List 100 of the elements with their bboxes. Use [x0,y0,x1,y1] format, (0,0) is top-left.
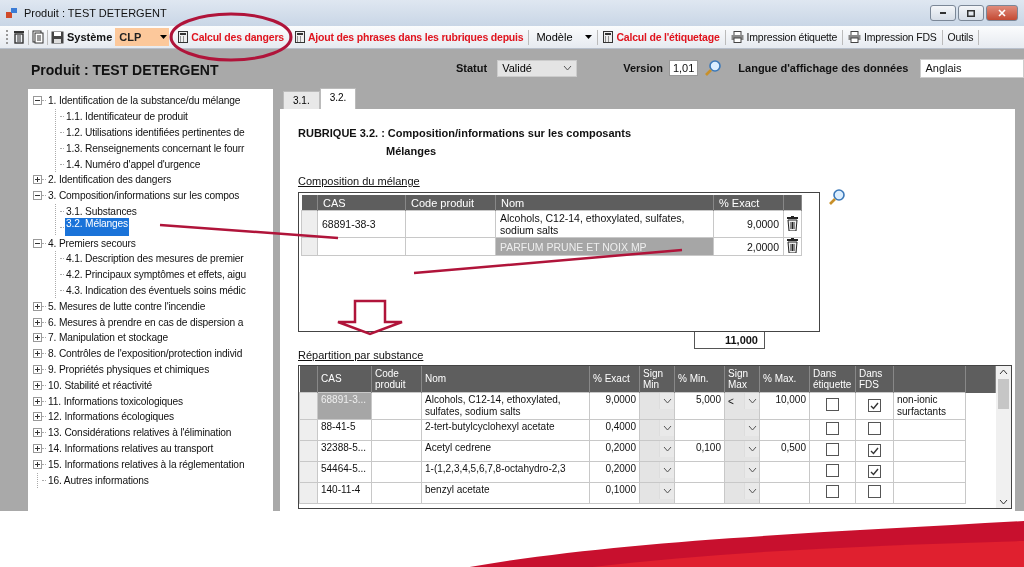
expand-toggle-icon[interactable] [33,412,42,422]
minimize-button[interactable] [930,5,956,21]
tree-item[interactable]: 11. Informations toxicologiques [47,395,185,407]
expand-toggle-icon[interactable] [33,428,42,438]
tab[interactable]: 3.2. [319,88,357,109]
column-header: Code produit [371,366,422,393]
tree-item[interactable]: 5. Mesures de lutte contre l'incendie [47,300,207,312]
maximize-button[interactable] [958,5,984,21]
expand-toggle-icon[interactable] [33,396,42,406]
checkbox[interactable] [826,443,839,456]
table-cell: 0,1000 [605,484,636,495]
trash-icon[interactable] [13,30,25,44]
version-field[interactable]: 1,01 [668,60,699,76]
checkbox[interactable] [868,399,881,413]
expand-toggle-icon[interactable] [33,333,42,343]
tree-item[interactable]: 2. Identification des dangers [47,174,173,186]
checkbox[interactable] [868,465,881,479]
tree-item[interactable]: 9. Propriétés physiques et chimiques [47,363,211,375]
tree-item[interactable]: 14. Informations relatives au transport [47,442,215,454]
checkbox[interactable] [826,422,839,435]
save-icon[interactable] [51,30,64,44]
tools-menu[interactable]: Outils [945,28,976,46]
table-cell: 2-tert-butylcyclohexyl acetate [425,421,555,432]
tree-item[interactable]: 1.1. Identificateur de produit [65,111,189,123]
composition-heading: Composition du mélange [298,175,421,187]
chevron-icon [747,425,757,431]
chevron-icon [747,488,757,494]
print-button[interactable]: Impression étiquette [728,28,840,46]
tree-item[interactable]: 15. Informations relatives à la réglementation [47,458,246,470]
tree-item[interactable]: 8. Contrôles de l'exposition/protection individ [47,348,244,360]
toolbar-button[interactable]: Ajout des phrases dans les rubriques depuis [292,28,526,46]
column-header: CAS [317,195,406,211]
toolbar-button[interactable]: Calcul des dangers [176,28,286,46]
template-select[interactable]: Modèle [532,28,595,46]
tree-item[interactable]: 12. Informations écologiques [47,411,176,423]
scroll-down-icon[interactable] [999,499,1008,505]
expand-toggle-icon[interactable] [33,459,42,469]
section-subtitle: Mélanges [386,145,438,157]
tab[interactable]: 3.1. [283,91,320,109]
expand-toggle-icon[interactable] [33,238,42,248]
column-header: Nom [421,366,590,393]
tree-item[interactable]: 4.1. Description des mesures de premier [65,253,245,265]
expand-toggle-icon[interactable] [33,380,42,390]
tree-item[interactable]: 1. Identification de la substance/du mélange [47,95,242,107]
expand-toggle-icon[interactable] [33,191,42,201]
tree-item[interactable]: 1.2. Utilisations identifiées pertinentes de [65,127,246,138]
search-icon[interactable] [828,188,846,206]
table-cell: 0,100 [695,442,721,453]
down-arrow [336,299,404,336]
total-field: 11,000 [693,332,765,349]
table-cell: 0,4000 [605,421,636,432]
tree-item[interactable]: 6. Mesures à prendre en cas de dispersion a [47,316,245,328]
table-cell: 9,0000 [605,394,636,405]
checkbox[interactable] [826,398,839,411]
expand-toggle-icon[interactable] [33,96,42,106]
maximize-icon [967,9,975,17]
close-button[interactable] [986,5,1018,21]
tree-item[interactable]: 4.2. Principaux symptômes et effets, aigu [65,269,247,281]
tree-item[interactable]: 16. Autres informations [47,474,150,486]
toolbar-button[interactable]: Calcul de l'étiquetage [601,28,722,46]
language-field[interactable]: Anglais [920,58,1024,78]
expand-toggle-icon[interactable] [33,317,42,327]
table-cell: 88-41-5 [321,421,356,432]
system-label: Système [67,31,113,43]
chevron-icon [662,488,672,494]
chevron-icon [662,425,672,431]
app-icon [6,7,18,19]
tree-item[interactable]: 13. Considérations relatives à l'élimination [47,427,233,439]
document-icon[interactable] [32,30,44,44]
scroll-up-icon[interactable] [999,369,1008,375]
scrollbar[interactable] [996,366,1011,508]
checkbox[interactable] [826,485,839,498]
checkbox[interactable] [868,444,881,458]
tree-item[interactable]: 7. Manipulation et stockage [47,332,169,344]
column-header: CAS [317,366,372,393]
expand-toggle-icon[interactable] [33,364,42,374]
trash-icon[interactable] [787,215,798,231]
system-select[interactable]: CLP [115,28,170,46]
column-header: Code produit [405,195,496,211]
expand-toggle-icon[interactable] [33,443,42,453]
checkbox[interactable] [868,485,881,498]
print-button[interactable]: Impression FDS [846,28,939,46]
checkbox[interactable] [826,464,839,477]
expand-toggle-icon[interactable] [33,301,42,311]
trash-icon[interactable] [787,238,798,253]
expand-toggle-icon[interactable] [33,349,42,359]
tree-item[interactable]: 4.3. Indication des éventuels soins médic [65,284,247,296]
status-select[interactable]: Validé [497,59,578,77]
tree-item[interactable]: 4. Premiers secours [47,237,137,249]
tree-item[interactable]: 1.4. Numéro d'appel d'urgence [65,158,202,170]
tree-item[interactable]: 3. Composition/informations sur les compos [47,190,241,202]
column-header: % Max. [759,366,810,393]
tree-item[interactable]: 10. Stabilité et réactivité [47,379,154,391]
search-icon[interactable] [704,59,723,77]
expand-toggle-icon[interactable] [33,175,42,185]
scroll-thumb[interactable] [998,379,1009,409]
tree-item[interactable]: 1.3. Renseignements concernant le fourr [65,142,246,154]
checkbox[interactable] [868,422,881,435]
tree-item[interactable]: 3.2. Mélanges [65,218,130,237]
tree-item[interactable]: 3.1. Substances [65,205,138,217]
